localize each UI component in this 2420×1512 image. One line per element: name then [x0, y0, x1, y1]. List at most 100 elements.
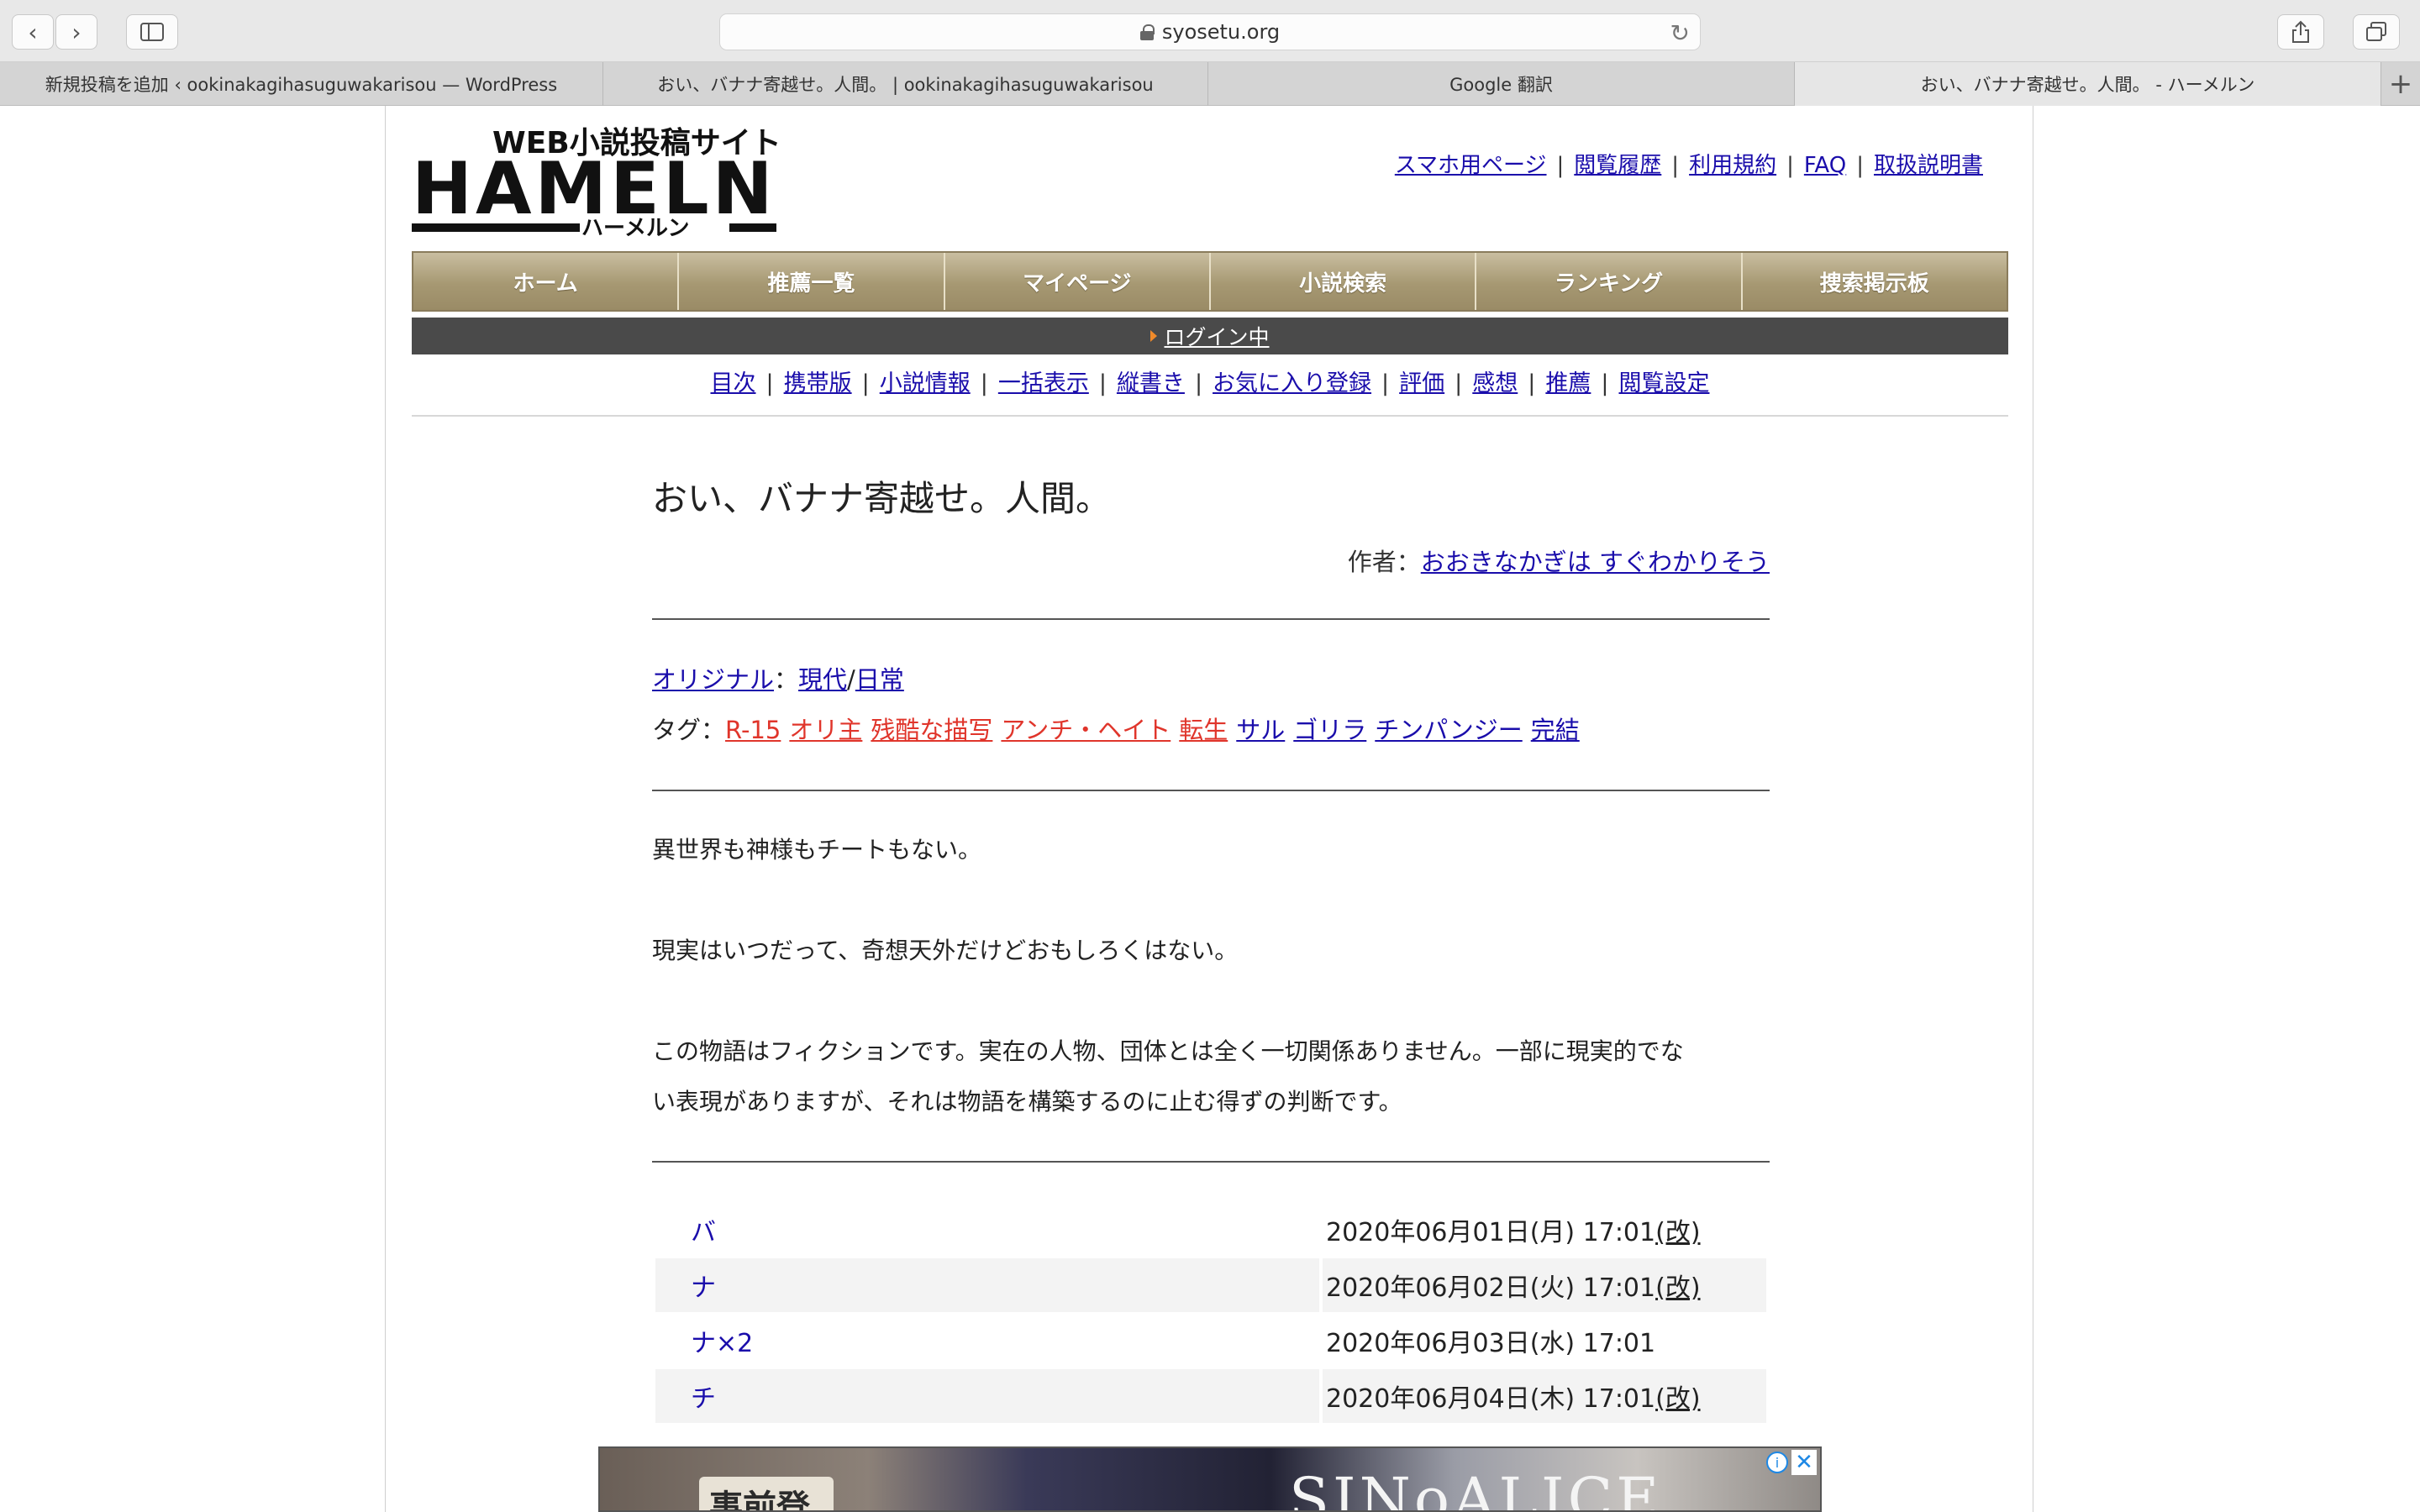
table-row: ナ×2 2020年06月03日(水) 17:01 [655, 1314, 1766, 1368]
hameln-logo-graphic: WEB小説投稿サイト HAMELN ハーメルン [412, 126, 781, 241]
chapter-date: 2020年06月01日(月) 17:01 [1326, 1218, 1656, 1247]
smartphone-page-link[interactable]: スマホ用ページ [1395, 153, 1547, 178]
rating-link[interactable]: 評価 [1399, 370, 1444, 396]
address-bar[interactable]: syosetu.org ↻ [719, 13, 1701, 50]
terms-link[interactable]: 利用規約 [1689, 153, 1776, 178]
novel-title: おい、バナナ寄越せ。人間。 [652, 478, 1112, 519]
triangle-icon [1150, 330, 1158, 342]
tab-hameln[interactable]: おい、バナナ寄越せ。人間。 - ハーメルン [1795, 62, 2381, 106]
chevron-left-icon: ‹ [28, 18, 38, 46]
tags-label: タグ： [652, 716, 726, 744]
genre-line: オリジナル：現代/日常 [652, 660, 904, 696]
site-logo[interactable]: WEB小説投稿サイト HAMELN ハーメルン [412, 119, 781, 241]
vertical-link[interactable]: 縦書き [1117, 370, 1185, 396]
table-row: チ 2020年06月04日(木) 17:01(改) [655, 1369, 1766, 1423]
author-link[interactable]: おおきなかぎは すぐわかりそう [1421, 548, 1770, 576]
genre-slash: / [847, 665, 855, 694]
ad-info-icon[interactable]: i [1766, 1452, 1788, 1473]
summary-paragraph: 現実はいつだって、奇想天外だけどおもしろくはない。 [652, 937, 1239, 964]
table-row: ナ 2020年06月02日(火) 17:01(改) [655, 1258, 1766, 1312]
revised-mark[interactable]: (改) [1655, 1273, 1700, 1303]
favorite-link[interactable]: お気に入り登録 [1213, 370, 1371, 396]
sidebar-icon [140, 23, 164, 41]
tabs-overview-button[interactable] [2353, 14, 2400, 50]
nav-recommendations[interactable]: 推薦一覧 [679, 253, 945, 310]
tab-blog[interactable]: おい、バナナ寄越せ。人間。 | ookinakagihasuguwakariso… [603, 62, 1208, 106]
novel-header: おい、バナナ寄越せ。人間。 作者：おおきなかぎは すぐわかりそう オリジナル：現… [652, 470, 1770, 1163]
genre-link-2[interactable]: 日常 [855, 665, 904, 694]
ad-close-icon[interactable]: ✕ [1791, 1450, 1817, 1475]
tab-title: 新規投稿を追加 ‹ ookinakagihasuguwakarisou — Wo… [45, 75, 558, 95]
login-status-bar: ログイン中 [412, 318, 2008, 354]
login-status-link[interactable]: ログイン中 [1164, 321, 1269, 351]
nav-mypage[interactable]: マイページ [944, 253, 1211, 310]
chapter-date: 2020年06月02日(火) 17:01 [1326, 1273, 1656, 1303]
divider [652, 1161, 1770, 1163]
author-label: 作者： [1347, 548, 1421, 576]
tag-link[interactable]: アンチ・ヘイト [1001, 716, 1171, 744]
revised-mark[interactable]: (改) [1655, 1384, 1700, 1414]
share-button[interactable] [2277, 14, 2324, 50]
revised-mark[interactable]: (改) [1655, 1218, 1700, 1247]
sidebar-toggle-button[interactable] [126, 14, 178, 50]
chapter-link[interactable]: チ [691, 1384, 716, 1414]
nav-ranking[interactable]: ランキング [1476, 253, 1743, 310]
mobile-link[interactable]: 携帯版 [784, 370, 852, 396]
novel-info-link[interactable]: 小説情報 [880, 370, 971, 396]
nav-search-board[interactable]: 捜索掲示板 [1742, 253, 2007, 310]
chapter-date-cell: 2020年06月03日(水) 17:01 [1323, 1314, 1766, 1368]
tag-link[interactable]: チンパンジー [1375, 716, 1522, 744]
view-settings-link[interactable]: 閲覧設定 [1618, 370, 1709, 396]
chapter-link[interactable]: バ [691, 1218, 716, 1247]
ad-brand-logo: SINoALICE [1289, 1465, 1663, 1512]
chapter-title-cell: チ [655, 1369, 1319, 1423]
tag-link[interactable]: ゴリラ [1293, 716, 1366, 744]
tag-link[interactable]: 転生 [1179, 716, 1228, 744]
browser-toolbar: ‹ › syosetu.org ↻ [0, 0, 2420, 62]
new-tab-button[interactable]: + [2381, 62, 2420, 106]
bulk-display-link[interactable]: 一括表示 [998, 370, 1089, 396]
nav-novel-search[interactable]: 小説検索 [1210, 253, 1477, 310]
divider [652, 790, 1770, 791]
manual-link[interactable]: 取扱説明書 [1874, 153, 1983, 178]
history-link[interactable]: 閲覧履歴 [1574, 153, 1661, 178]
chapter-date: 2020年06月04日(木) 17:01 [1326, 1384, 1656, 1414]
author-line: 作者：おおきなかぎは すぐわかりそう [1348, 543, 1770, 578]
tab-strip: 新規投稿を追加 ‹ ookinakagihasuguwakarisou — Wo… [0, 62, 2420, 106]
top-links: スマホ用ページ | 閲覧履歴 | 利用規約 | FAQ | 取扱説明書 [1394, 153, 1983, 178]
chapter-date-cell: 2020年06月02日(火) 17:01(改) [1323, 1258, 1766, 1312]
tag-link[interactable]: 完結 [1531, 716, 1580, 744]
tag-link[interactable]: オリ主 [789, 716, 862, 744]
genre-link-1[interactable]: 現代 [798, 665, 847, 694]
tab-wordpress[interactable]: 新規投稿を追加 ‹ ookinakagihasuguwakarisou — Wo… [0, 62, 603, 106]
summary-paragraph: この物語はフィクションです。実在の人物、団体とは全く一切関係ありません。一部に現… [652, 1037, 1684, 1065]
forward-button[interactable]: › [55, 14, 97, 50]
recommend-link[interactable]: 推薦 [1545, 370, 1591, 396]
table-row: バ 2020年06月01日(月) 17:01(改) [655, 1203, 1766, 1257]
tab-title: Google 翻訳 [1449, 75, 1553, 95]
reload-icon[interactable]: ↻ [1670, 19, 1690, 47]
original-link[interactable]: オリジナル [652, 665, 774, 694]
nav-home[interactable]: ホーム [413, 253, 680, 310]
chapter-link[interactable]: ナ×2 [691, 1329, 753, 1358]
faq-link[interactable]: FAQ [1804, 153, 1846, 178]
genre-separator: ： [774, 665, 799, 694]
tags-line: タグ：R-15 オリ主 残酷な描写 アンチ・ヘイト 転生 サル ゴリラ チンパンジー 完結 [652, 711, 1588, 746]
divider [412, 415, 2008, 417]
chapter-date: 2020年06月03日(水) 17:01 [1326, 1329, 1656, 1358]
chapter-link[interactable]: ナ [691, 1273, 716, 1303]
chapter-date-cell: 2020年06月01日(月) 17:01(改) [1323, 1203, 1766, 1257]
tag-link[interactable]: R-15 [725, 716, 781, 744]
tag-link[interactable]: 残酷な描写 [871, 716, 992, 744]
tag-link[interactable]: サル [1236, 716, 1285, 744]
toc-link[interactable]: 目次 [711, 370, 756, 396]
back-button[interactable]: ‹ [12, 14, 54, 50]
summary-paragraph: い表現がありますが、それは物語を構築するのに止む得ずの判断です。 [652, 1088, 1402, 1116]
main-nav: ホーム 推薦一覧 マイページ 小説検索 ランキング 捜索掲示板 [412, 251, 2008, 312]
tab-google-translate[interactable]: Google 翻訳 [1208, 62, 1795, 106]
lock-icon [1139, 24, 1155, 40]
comments-link[interactable]: 感想 [1472, 370, 1518, 396]
chapter-title-cell: ナ [655, 1258, 1319, 1312]
logo-kana: ハーメルン [581, 216, 689, 241]
ad-banner[interactable]: 事前登録 SINoALICE i ✕ [598, 1446, 1822, 1512]
